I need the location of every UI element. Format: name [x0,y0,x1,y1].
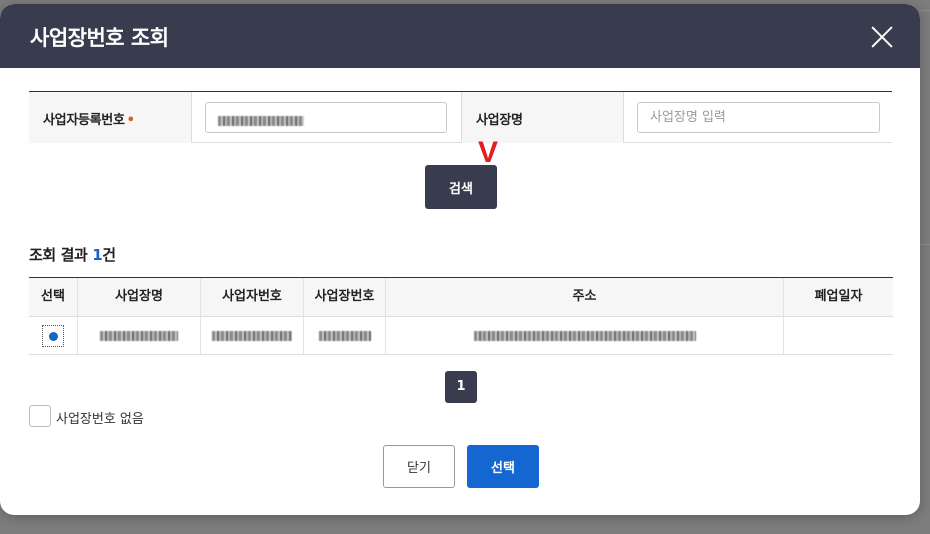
column-header-closed-date: 폐업일자 [814,289,863,304]
checkbox-box[interactable] [29,405,51,427]
table-row[interactable] [29,317,893,355]
column-header-site-name: 사업장명 [78,278,201,316]
biz-reg-number-input[interactable] [205,102,447,133]
divider [191,92,192,143]
redacted-value [100,330,178,341]
results-table: 선택 사업장명 사업자번호 사업장번호 주소 폐업일자 [29,277,893,355]
background-divider [920,244,930,245]
column-header-address: 주소 [386,278,784,316]
column-header-site-number: 사업장번호 [304,278,386,316]
biz-number-cell [201,317,304,354]
modal-title: 사업장번호 조회 [30,26,169,50]
background-divider [920,10,930,11]
column-header-biz-number: 사업자번호 [201,278,304,316]
divider [623,92,624,143]
row-radio-selected[interactable] [42,325,64,347]
table-header-row: 선택 사업장명 사업자번호 사업장번호 주소 폐업일자 [29,278,893,317]
redacted-value [318,330,371,341]
close-button[interactable]: 닫기 [383,445,455,488]
address-cell [386,317,784,354]
redacted-value [218,115,304,126]
no-site-number-label: 사업장번호 없음 [56,412,144,427]
column-header-select: 선택 [29,278,78,316]
result-count-prefix: 조회 결과 [29,246,93,264]
redacted-value [212,330,292,341]
required-mark: • [126,113,135,128]
business-site-lookup-modal: 사업장번호 조회 [0,4,920,515]
modal-header: 사업장번호 조회 [0,4,920,68]
site-name-cell [78,317,201,354]
result-count-number: 1 [92,246,103,264]
select-cell [29,317,78,354]
result-count: 조회 결과 1건 [29,244,116,265]
biz-reg-label: 사업자등록번호 • [29,92,191,143]
page-button-current[interactable]: 1 [445,371,477,403]
biz-reg-label-text: 사업자등록번호 [43,113,125,128]
select-button[interactable]: 선택 [467,445,539,488]
biz-name-input[interactable] [637,102,880,133]
search-form: 사업자등록번호 • 사업장명 [29,91,892,143]
close-icon[interactable] [868,23,896,51]
result-count-suffix: 건 [102,246,116,264]
site-number-cell [304,317,386,354]
closed-date-cell [784,317,893,354]
search-button[interactable]: 검색 [425,165,497,209]
redacted-value [473,330,696,341]
